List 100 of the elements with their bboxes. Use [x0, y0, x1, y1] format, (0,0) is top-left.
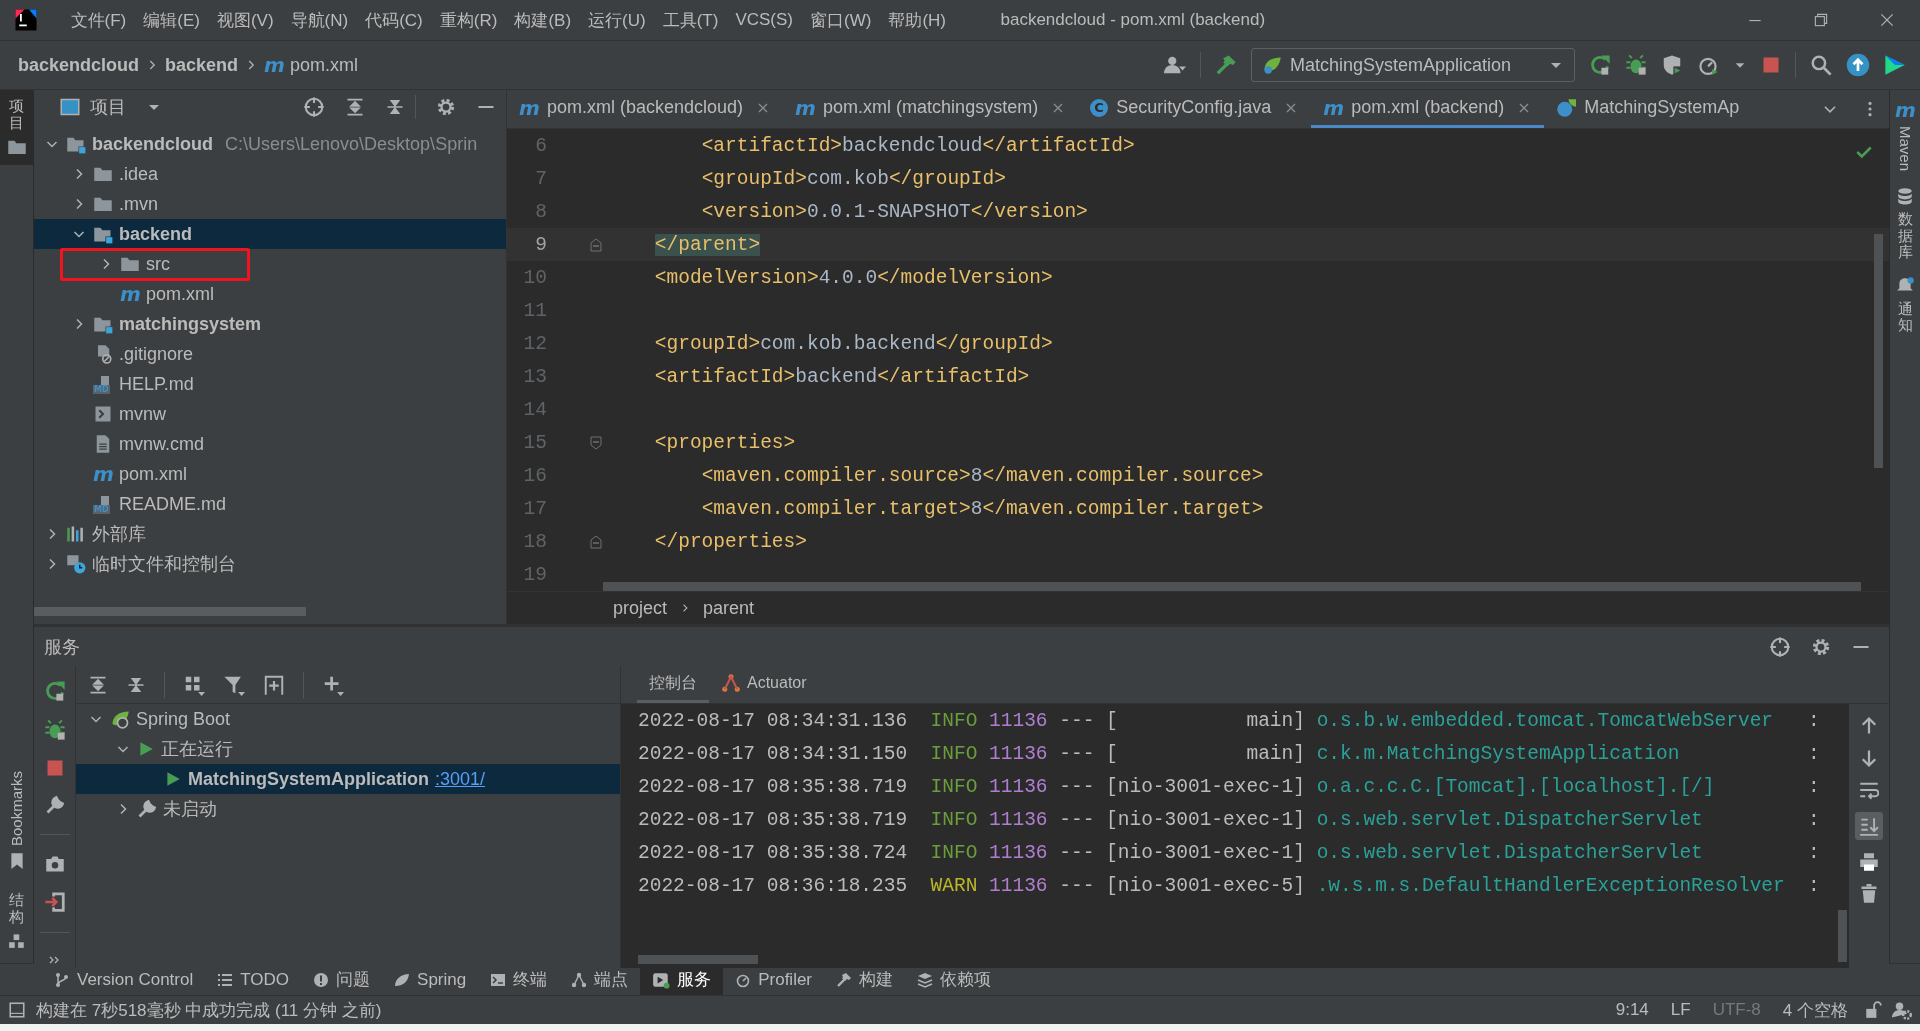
- breadcrumb[interactable]: project: [613, 597, 668, 619]
- breadcrumb[interactable]: backend: [165, 54, 239, 76]
- tree-row[interactable]: MD HELP.md: [34, 369, 506, 399]
- scrollbar[interactable]: [34, 607, 306, 616]
- tool-window-button[interactable]: 数据库: [1890, 179, 1920, 269]
- hammer-icon[interactable]: [1215, 54, 1237, 76]
- tree-row[interactable]: backendcloud C:\Users\Lenovo\Desktop\Sprin: [34, 129, 506, 159]
- scroll-to-end-icon[interactable]: [1855, 812, 1883, 840]
- menu-item[interactable]: 运行(U): [579, 8, 655, 32]
- user-icon[interactable]: [1164, 54, 1186, 76]
- tree-row[interactable]: .mvn: [34, 189, 506, 219]
- locate-icon[interactable]: [1769, 635, 1791, 658]
- debug-icon[interactable]: [1625, 54, 1647, 76]
- lock-icon[interactable]: [1864, 1001, 1882, 1019]
- tree-row[interactable]: mvnw.cmd: [34, 429, 506, 459]
- status-item[interactable]: 9:14: [1609, 1000, 1655, 1020]
- settings-icon[interactable]: [1811, 636, 1831, 657]
- tool-window-button[interactable]: TODO: [205, 964, 302, 995]
- tree-row[interactable]: m pom.xml: [34, 459, 506, 489]
- stop-icon[interactable]: [1761, 55, 1781, 75]
- tool-window-button[interactable]: 通知: [1890, 268, 1920, 342]
- search-icon[interactable]: [1810, 54, 1832, 76]
- editor-tab[interactable]: C SecurityConfig.java: [1078, 90, 1312, 128]
- print-icon[interactable]: [1859, 852, 1879, 872]
- soft-wrap-icon[interactable]: [1859, 780, 1879, 800]
- panel-title[interactable]: 项目: [90, 95, 126, 119]
- tool-window-button[interactable]: 问题: [301, 964, 383, 995]
- tool-window-button[interactable]: 端点: [559, 964, 641, 995]
- tree-row[interactable]: backend: [34, 219, 506, 249]
- tool-window-button[interactable]: Profiler: [723, 964, 825, 995]
- editor-tab[interactable]: MatchingSystemAp: [1544, 90, 1752, 128]
- service-row[interactable]: 未启动: [76, 794, 620, 824]
- exit-icon[interactable]: [43, 891, 66, 913]
- expand-all-icon[interactable]: [345, 97, 365, 117]
- service-row[interactable]: MatchingSystemApplication :3001/: [76, 764, 620, 794]
- down-arrow-icon[interactable]: [1859, 748, 1879, 768]
- scrollbar[interactable]: [603, 582, 1861, 591]
- menu-item[interactable]: 导航(N): [282, 8, 357, 32]
- menu-item[interactable]: 窗口(W): [801, 8, 880, 32]
- menu-item[interactable]: 编辑(E): [134, 8, 209, 32]
- menu-item[interactable]: 构建(B): [505, 8, 580, 32]
- editor-tab[interactable]: m pom.xml (backendcloud): [507, 90, 784, 128]
- menu-item[interactable]: 代码(C): [356, 8, 432, 32]
- settings-icon[interactable]: [436, 97, 456, 117]
- project-tool-button[interactable]: 项目: [0, 90, 33, 165]
- breadcrumb[interactable]: pom.xml: [290, 54, 359, 76]
- tool-window-button[interactable]: 构建: [824, 964, 906, 995]
- scrollbar[interactable]: [1874, 234, 1883, 468]
- menu-item[interactable]: 帮助(H): [879, 8, 955, 32]
- service-row[interactable]: Spring Boot: [76, 704, 620, 734]
- status-item[interactable]: 4 个空格: [1776, 998, 1854, 1022]
- menu-item[interactable]: 重构(R): [431, 8, 506, 32]
- tree-row[interactable]: 临时文件和控制台: [34, 549, 506, 579]
- user-settings-icon[interactable]: [1892, 1000, 1912, 1020]
- tool-window-button[interactable]: Spring: [382, 964, 479, 995]
- camera-icon[interactable]: [44, 854, 65, 874]
- menu-item[interactable]: 文件(F): [62, 8, 135, 32]
- menu-item[interactable]: 工具(T): [654, 8, 727, 32]
- rerun-icon[interactable]: [43, 680, 66, 702]
- tool-window-button[interactable]: 结构: [0, 884, 33, 963]
- breadcrumb[interactable]: parent: [703, 597, 755, 619]
- editor-tab[interactable]: m pom.xml (matchingsystem): [783, 90, 1079, 128]
- scrollbar[interactable]: [638, 955, 758, 964]
- run-configuration-dropdown[interactable]: MatchingSystemApplication: [1251, 48, 1575, 82]
- status-message[interactable]: 构建在 7秒518毫秒 中成功完成 (11 分钟 之前): [36, 998, 382, 1022]
- scrollbar[interactable]: [1838, 910, 1847, 962]
- tree-row[interactable]: matchingsystem: [34, 309, 506, 339]
- add-service-icon[interactable]: [263, 673, 285, 696]
- tree-row[interactable]: 外部库: [34, 519, 506, 549]
- tree-row[interactable]: MD README.md: [34, 489, 506, 519]
- coverage-icon[interactable]: [1661, 54, 1683, 76]
- tree-row[interactable]: .idea: [34, 159, 506, 189]
- tool-window-button[interactable]: 终端: [478, 964, 560, 995]
- service-row[interactable]: 正在运行: [76, 734, 620, 764]
- tool-window-button[interactable]: m Maven: [1890, 90, 1920, 180]
- expand-all-icon[interactable]: [88, 674, 108, 695]
- tree-row[interactable]: mvnw: [34, 399, 506, 429]
- locate-icon[interactable]: [303, 96, 325, 118]
- update-icon[interactable]: [1846, 53, 1870, 77]
- menu-item[interactable]: 视图(V): [208, 8, 283, 32]
- tree-row[interactable]: m pom.xml: [34, 279, 506, 309]
- close-icon[interactable]: [1878, 11, 1896, 29]
- menu-item[interactable]: VCS(S): [726, 10, 802, 30]
- debug-icon[interactable]: [43, 719, 66, 741]
- tree-row[interactable]: .gitignore: [34, 339, 506, 369]
- toggle-panel-icon[interactable]: [8, 1001, 26, 1019]
- restore-icon[interactable]: [1812, 11, 1830, 29]
- breadcrumb[interactable]: backendcloud: [18, 54, 140, 76]
- console-tab[interactable]: Actuator: [709, 666, 819, 703]
- collapse-all-icon[interactable]: [385, 97, 405, 117]
- wrench-icon[interactable]: [44, 795, 65, 815]
- tool-window-button[interactable]: Bookmarks: [0, 762, 33, 884]
- status-item[interactable]: LF: [1664, 1000, 1697, 1020]
- tool-window-button[interactable]: Version Control: [42, 964, 206, 995]
- toolbox-icon[interactable]: [1884, 54, 1906, 76]
- tree-row[interactable]: src: [34, 249, 506, 279]
- up-arrow-icon[interactable]: [1859, 716, 1879, 736]
- port-link[interactable]: :3001/: [435, 768, 486, 790]
- rerun-icon[interactable]: [1589, 54, 1611, 76]
- trash-icon[interactable]: [1859, 884, 1879, 904]
